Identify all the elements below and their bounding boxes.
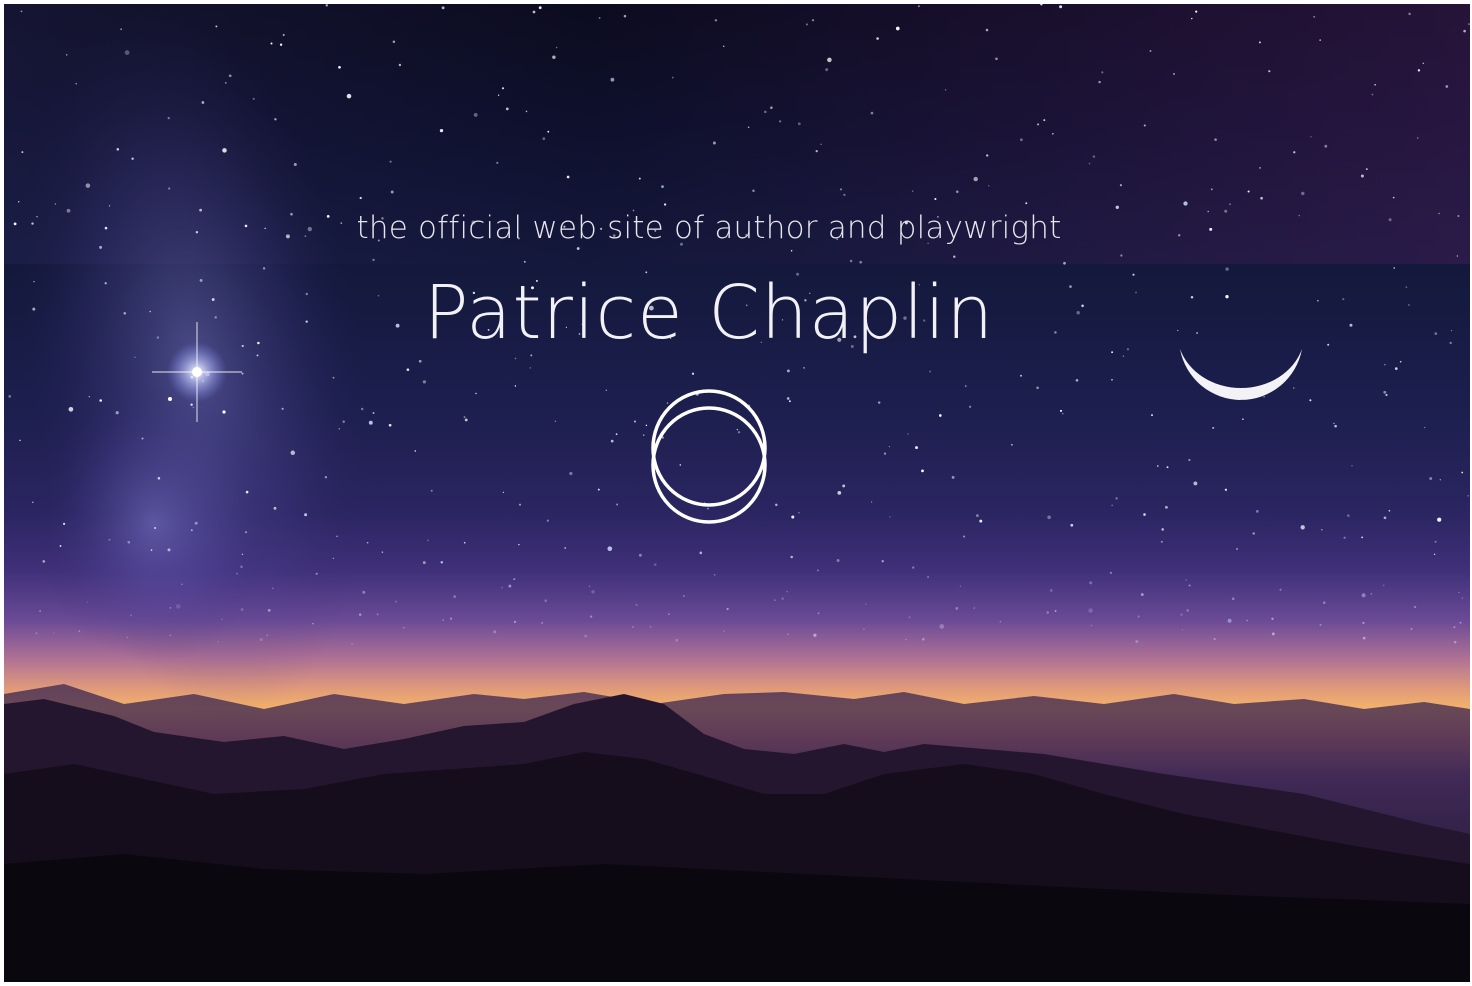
double-ring-icon[interactable] <box>647 388 771 528</box>
hero-banner: the official web site of author and play… <box>4 4 1470 982</box>
author-name-title: Patrice Chaplin <box>423 270 995 356</box>
page: the official web site of author and play… <box>0 0 1472 986</box>
site-tagline: the official web site of author and play… <box>356 210 1062 246</box>
